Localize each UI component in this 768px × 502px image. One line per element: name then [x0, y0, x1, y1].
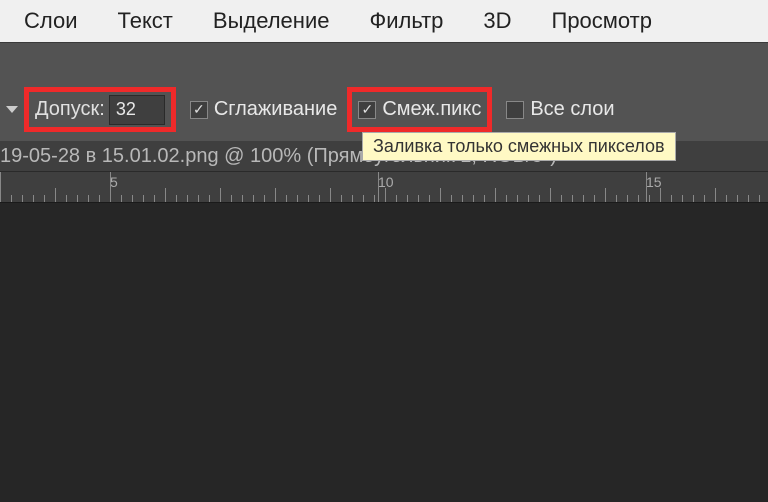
- menu-view[interactable]: Просмотр: [532, 8, 672, 34]
- menu-filter[interactable]: Фильтр: [349, 8, 463, 34]
- contiguous-checkbox-wrap[interactable]: Смеж.пикс: [358, 98, 481, 121]
- tolerance-label: Допуск:: [35, 98, 105, 121]
- contiguous-checkbox[interactable]: [358, 101, 376, 119]
- tolerance-input[interactable]: [109, 95, 165, 125]
- all-layers-label: Все слои: [530, 98, 614, 121]
- contiguous-highlight: Смеж.пикс: [347, 87, 492, 132]
- antialias-checkbox[interactable]: [190, 101, 208, 119]
- menu-text[interactable]: Текст: [98, 8, 193, 34]
- main-menubar: Слои Текст Выделение Фильтр 3D Просмотр: [0, 0, 768, 42]
- toolbar-spacer: [0, 42, 768, 82]
- all-layers-checkbox-wrap[interactable]: Все слои: [506, 98, 614, 121]
- tolerance-highlight: Допуск:: [24, 87, 176, 132]
- canvas-area[interactable]: [0, 203, 768, 502]
- menu-selection[interactable]: Выделение: [193, 8, 350, 34]
- antialias-checkbox-wrap[interactable]: Сглаживание: [190, 98, 338, 121]
- contiguous-label: Смеж.пикс: [382, 98, 481, 121]
- contiguous-tooltip: Заливка только смежных пикселов: [362, 132, 676, 161]
- antialias-label: Сглаживание: [214, 98, 338, 121]
- menu-layers[interactable]: Слои: [4, 8, 98, 34]
- horizontal-ruler[interactable]: 5 10 15: [0, 171, 768, 203]
- tool-options-bar: Допуск: Сглаживание Смеж.пикс Все слои З…: [0, 82, 768, 137]
- ruler-mark: 5: [110, 174, 118, 190]
- menu-3d[interactable]: 3D: [463, 8, 531, 34]
- all-layers-checkbox[interactable]: [506, 101, 524, 119]
- chevron-down-icon[interactable]: [6, 106, 18, 113]
